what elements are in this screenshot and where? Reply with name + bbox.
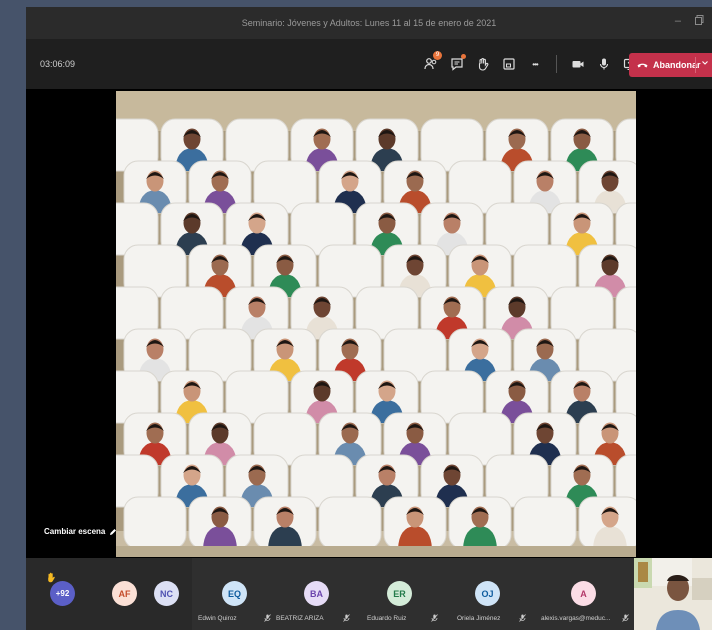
participant-tile[interactable]: AF	[106, 558, 148, 630]
overflow-count-badge[interactable]: +92	[50, 581, 75, 606]
participant-tile[interactable]: NC	[148, 558, 192, 630]
rooms-icon	[503, 58, 515, 70]
title-bar: Seminario: Jóvenes y Adultos: Lunes 11 a…	[26, 7, 712, 39]
camera-icon	[572, 61, 584, 68]
participant-avatar: AF	[112, 581, 137, 606]
participant-overflow-tile[interactable]: +92	[26, 558, 106, 630]
pencil-icon	[110, 528, 117, 535]
breakout-rooms-button[interactable]	[498, 53, 520, 75]
participant-name: Oriela Jiménez	[457, 615, 501, 622]
participant-tile[interactable]: ER Eduardo Ruiz	[355, 558, 443, 630]
participants-badge: 9	[433, 51, 442, 60]
more-actions-button[interactable]: •••	[524, 53, 546, 75]
self-video-feed	[634, 558, 712, 630]
participant-avatar: EQ	[222, 581, 247, 606]
participants-button[interactable]: 9	[420, 51, 442, 75]
participant-tile[interactable]: EQ Edwin Quiroz	[192, 558, 276, 630]
toolbar-divider	[556, 55, 557, 73]
together-mode-stage: Cambiar escena	[26, 89, 712, 561]
change-scene-label: Cambiar escena	[44, 527, 106, 536]
participant-avatar: NC	[154, 581, 179, 606]
raise-hand-button[interactable]	[472, 53, 494, 75]
participant-avatar: ER	[387, 581, 412, 606]
participant-avatar: A	[571, 581, 596, 606]
camera-button[interactable]	[567, 53, 589, 75]
microphone-icon	[599, 58, 609, 70]
hand-icon	[478, 58, 489, 71]
mic-off-icon	[519, 614, 526, 622]
mic-off-icon	[343, 614, 350, 622]
change-scene-button[interactable]: Cambiar escena	[44, 527, 117, 536]
chat-icon	[451, 58, 463, 71]
restore-icon[interactable]	[695, 15, 704, 28]
participant-tile[interactable]: OJ Oriela Jiménez	[443, 558, 531, 630]
participant-name: alexis.vargas@meduc...	[541, 615, 611, 622]
participant-tile[interactable]: Aalexis.vargas@meduc...	[531, 558, 634, 630]
seat	[123, 496, 187, 550]
window-controls: –	[675, 15, 704, 28]
participant-name: Edwin Quiroz	[198, 615, 237, 622]
teams-meeting-window: Seminario: Jóvenes y Adultos: Lunes 11 a…	[26, 7, 712, 630]
minimize-icon[interactable]: –	[675, 15, 681, 28]
mic-off-icon	[264, 614, 271, 622]
mic-off-icon	[431, 614, 438, 622]
chat-unread-dot	[461, 54, 466, 59]
auditorium-seats	[116, 91, 636, 557]
chevron-down-icon[interactable]	[701, 59, 709, 67]
meeting-timer: 03:06:09	[40, 59, 76, 69]
desktop-background: Seminario: Jóvenes y Adultos: Lunes 11 a…	[0, 0, 712, 630]
overflow-count: +92	[55, 589, 70, 598]
leave-divider	[695, 57, 696, 73]
phone-hangup-icon	[637, 63, 648, 68]
microphone-button[interactable]	[593, 53, 615, 75]
self-video-preview[interactable]	[634, 558, 712, 630]
seat	[318, 496, 382, 550]
more-icon: •••	[532, 59, 538, 69]
participant-strip: +92 AF NC EQ Edwin Quiroz BA BEATRIZ ARIZA ER E…	[26, 558, 712, 630]
auditorium-front-rail	[116, 546, 636, 557]
participant-tile[interactable]: BA BEATRIZ ARIZA	[276, 558, 355, 630]
meeting-controls: 9 •••	[420, 51, 641, 75]
meeting-toolbar: 03:06:09 9 ••• Abandonar	[26, 39, 712, 89]
seat	[513, 496, 577, 550]
mic-off-icon	[622, 614, 629, 622]
participant-name: BEATRIZ ARIZA	[276, 615, 324, 622]
window-title: Seminario: Jóvenes y Adultos: Lunes 11 a…	[241, 18, 497, 28]
leave-button[interactable]: Abandonar	[629, 53, 712, 77]
auditorium-scene	[116, 91, 636, 557]
participant-avatar: BA	[304, 581, 329, 606]
leave-label: Abandonar	[653, 60, 701, 70]
chat-button[interactable]	[446, 53, 468, 75]
participant-avatar: OJ	[475, 581, 500, 606]
raised-hand-icon	[48, 572, 55, 583]
participant-name: Eduardo Ruiz	[367, 615, 407, 622]
